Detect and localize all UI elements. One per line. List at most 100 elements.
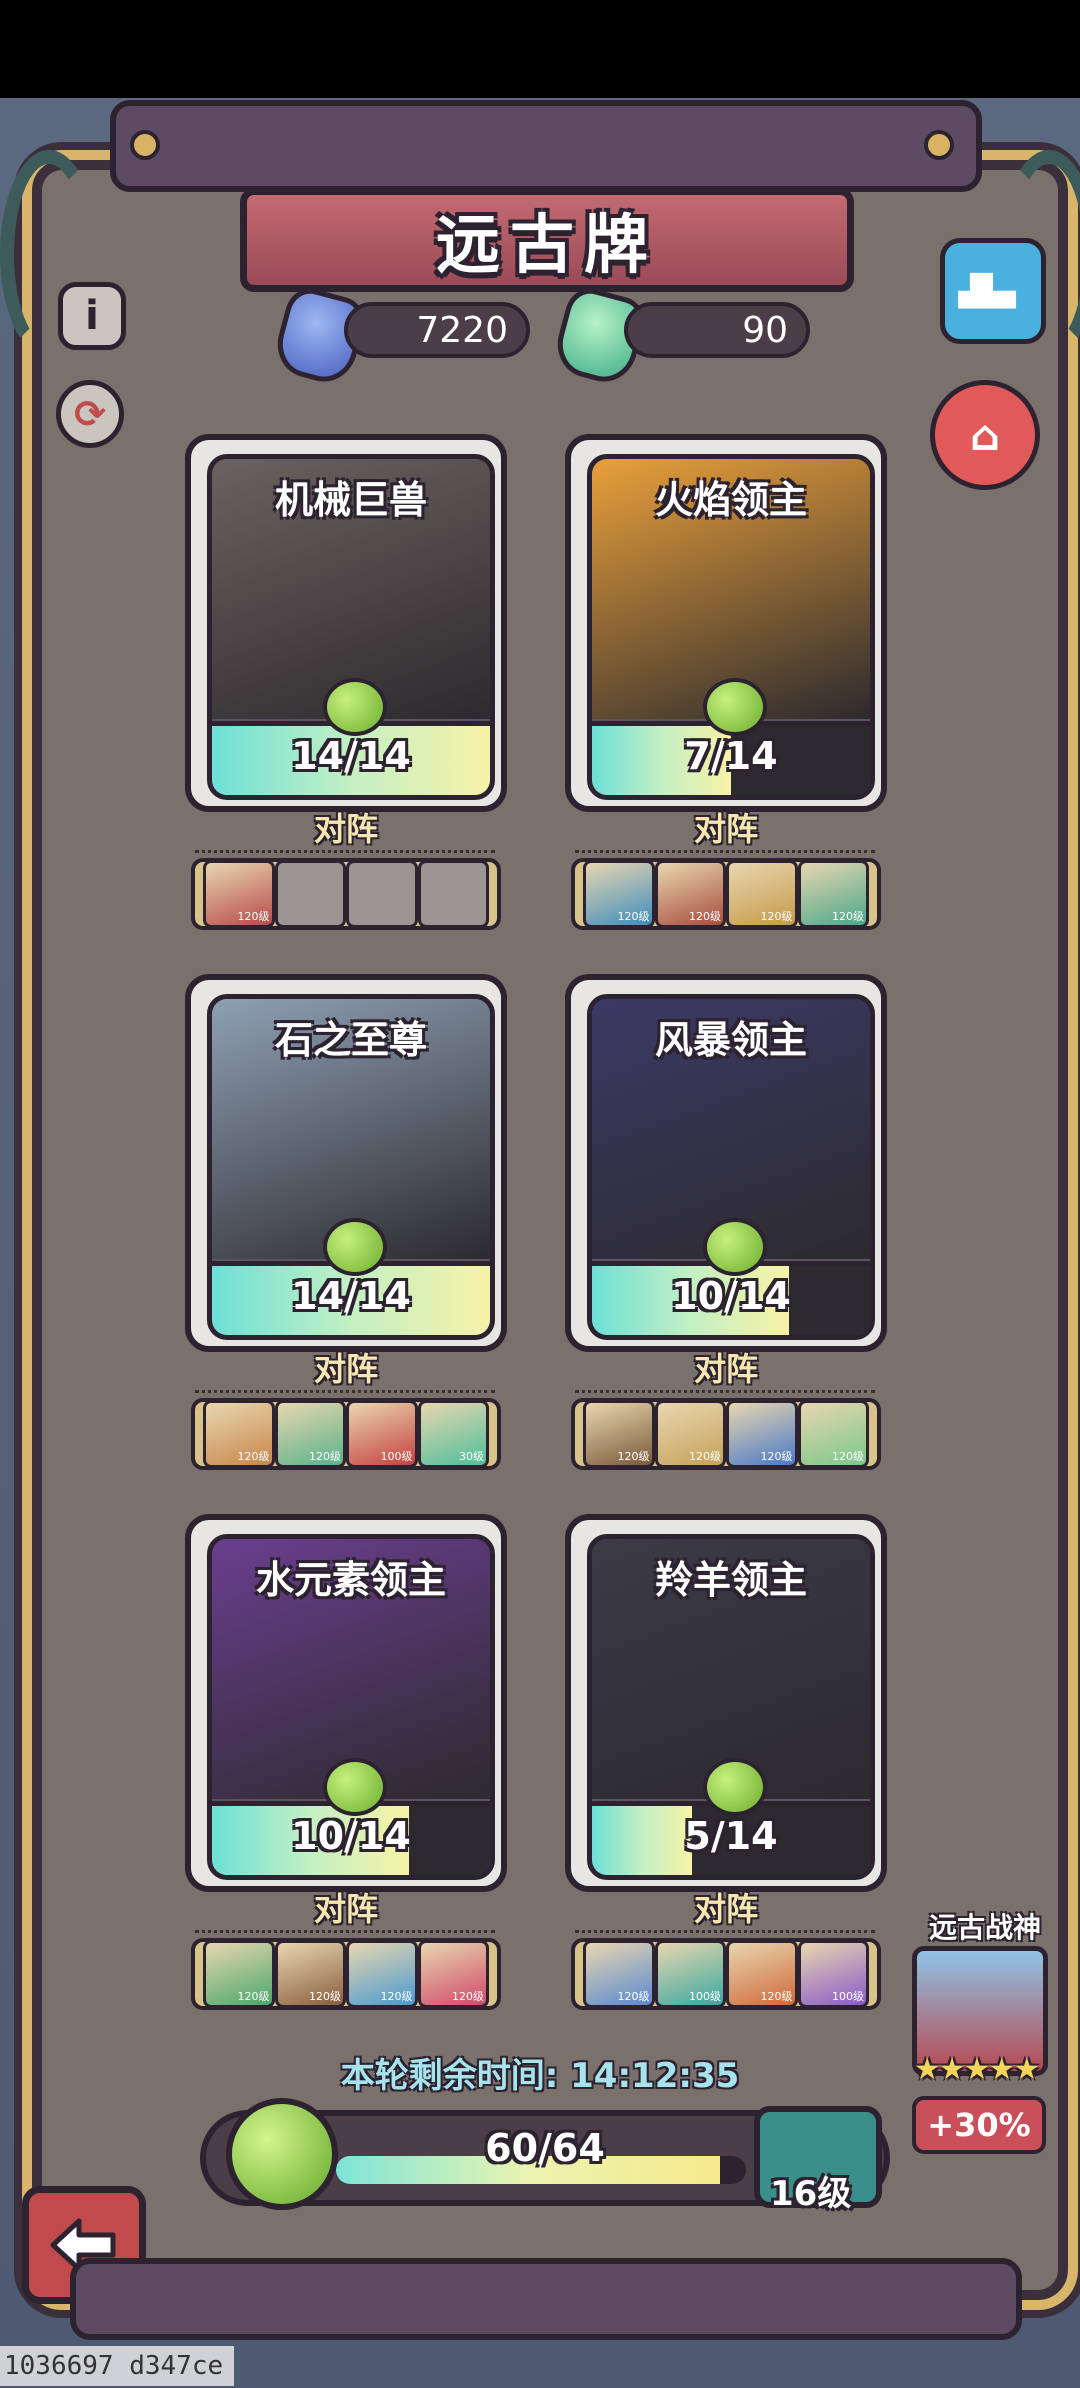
card-progress-count: 10/14 [671,1274,791,1318]
hero-level: 120级 [452,1990,484,2003]
bolt-icon [924,130,954,160]
hero-portrait[interactable]: 120级 [203,1940,275,2008]
hero-portrait[interactable]: 120级 [203,1400,275,1468]
hero-portrait[interactable]: 120级 [654,860,726,928]
divider [575,1930,875,1933]
boss-name: 水元素领主 [255,1558,446,1602]
green-crystal-value: 90 [742,309,788,351]
boss-card[interactable]: 火焰领主 7/14 [565,434,887,812]
hero-portrait[interactable]: 120级 [203,860,275,928]
hero-level: 120级 [760,910,793,923]
boss-card[interactable]: 机械巨兽 14/14 [185,434,507,812]
card-progress-count: 14/14 [291,734,411,778]
hero-level: 120级 [760,1450,793,1463]
hero-level: 120级 [689,910,721,923]
hero-portrait[interactable]: 120级 [726,860,798,928]
bonus-badge: +30% [912,2096,1046,2154]
title-banner: 远古牌 [240,188,854,292]
card-frame: 机械巨兽 14/14 [207,454,495,800]
hero-portrait[interactable]: 100级 [797,1940,869,2008]
boss-name: 风暴领主 [654,1018,807,1062]
opponent-team: 120级 120级 120级 120级 [191,1938,501,2010]
hero-portrait[interactable]: 120级 [417,1940,489,2008]
shop-icon: ⌂ [969,410,1001,460]
card-frame: 石之至尊 14/14 [207,994,495,1340]
hero-portrait[interactable]: 120级 [726,1940,798,2008]
card-frame: 水元素领主 10/14 [207,1534,495,1880]
hero-portrait[interactable]: 120级 [274,1400,346,1468]
blue-crystal-value: 7220 [416,309,508,351]
hero-level: 120级 [832,910,864,923]
divider [195,1390,495,1393]
divider [195,1930,495,1933]
divider [575,1390,875,1393]
info-icon: i [85,293,99,339]
boss-card[interactable]: 石之至尊 14/14 [185,974,507,1352]
hero-level: 120级 [237,1990,270,2003]
boss-name: 石之至尊 [274,1018,427,1062]
vs-label: 对阵 [693,1890,758,1928]
hero-portrait[interactable]: 100级 [654,1940,726,2008]
hero-portrait[interactable]: 120级 [797,860,869,928]
vs-label: 对阵 [313,1350,378,1388]
hero-portrait[interactable]: 120级 [797,1400,869,1468]
bean-icon [703,1218,767,1276]
bean-icon [323,678,387,736]
bean-icon [323,1218,387,1276]
hero-portrait[interactable]: 120级 [583,1400,655,1468]
hero-level: 100级 [380,1450,413,1463]
divider [575,850,875,853]
green-crystal-counter: 90 [624,302,810,358]
refresh-icon: ⟳ [74,392,106,436]
boss-name: 火焰领主 [654,478,807,522]
hero-level: 100级 [832,1990,864,2003]
card-progress-count: 14/14 [291,1274,411,1318]
empty-hero-slot[interactable] [417,860,489,928]
card-progress-count: 5/14 [684,1814,778,1858]
card-progress-count: 7/14 [684,734,778,778]
opponent-team: 120级 120级 120级 120级 [571,858,881,930]
refresh-button[interactable]: ⟳ [56,380,124,448]
boss-card[interactable]: 水元素领主 10/14 [185,1514,507,1892]
hero-level: 120级 [309,1450,341,1463]
opponent-team: 120级 120级 100级 30级 [191,1398,501,1470]
divider [195,850,495,853]
hero-portrait[interactable]: 120级 [583,1940,655,2008]
bean-icon [703,678,767,736]
hero-portrait[interactable]: 30级 [417,1400,489,1468]
hero-level: 120级 [617,1450,650,1463]
hero-level: 100级 [689,1990,721,2003]
boss-card[interactable]: 羚羊领主 5/14 [565,1514,887,1892]
opponent-team: 120级 [191,858,501,930]
hero-level: 120级 [309,1990,341,2003]
hero-level: 120级 [617,1990,650,2003]
hero-portrait[interactable]: 120级 [583,860,655,928]
bean-icon [323,1758,387,1816]
hero-level: 30级 [459,1450,484,1463]
boss-card[interactable]: 风暴领主 10/14 [565,974,887,1352]
hero-portrait[interactable]: 120级 [726,1400,798,1468]
info-button[interactable]: i [58,282,126,350]
opponent-team: 120级 100级 120级 100级 [571,1938,881,2010]
shop-button[interactable]: ⌂ [930,380,1040,490]
card-frame: 火焰领主 7/14 [587,454,875,800]
bean-icon [703,1758,767,1816]
hero-portrait[interactable]: 120级 [346,1940,418,2008]
empty-hero-slot[interactable] [346,860,418,928]
hero-portrait[interactable]: 120级 [274,1940,346,2008]
vs-label: 对阵 [693,810,758,848]
card-frame: 羚羊领主 5/14 [587,1534,875,1880]
hero-portrait[interactable]: 120级 [654,1400,726,1468]
build-id: 1036697 d347ce [0,2346,234,2386]
ranking-button[interactable]: ▟▙▖ [940,238,1046,344]
hero-level: 120级 [689,1450,721,1463]
podium-icon: ▟▙▖ [958,273,1028,309]
hero-portrait[interactable]: 100级 [346,1400,418,1468]
star-rating: ★★★★★ [913,2052,1040,2087]
empty-hero-slot[interactable] [274,860,346,928]
frame-top-panel [110,100,982,192]
opponent-team: 120级 120级 120级 120级 [571,1398,881,1470]
hero-level: 120级 [760,1990,793,2003]
vs-label: 对阵 [693,1350,758,1388]
page-title: 远古牌 [436,209,658,283]
